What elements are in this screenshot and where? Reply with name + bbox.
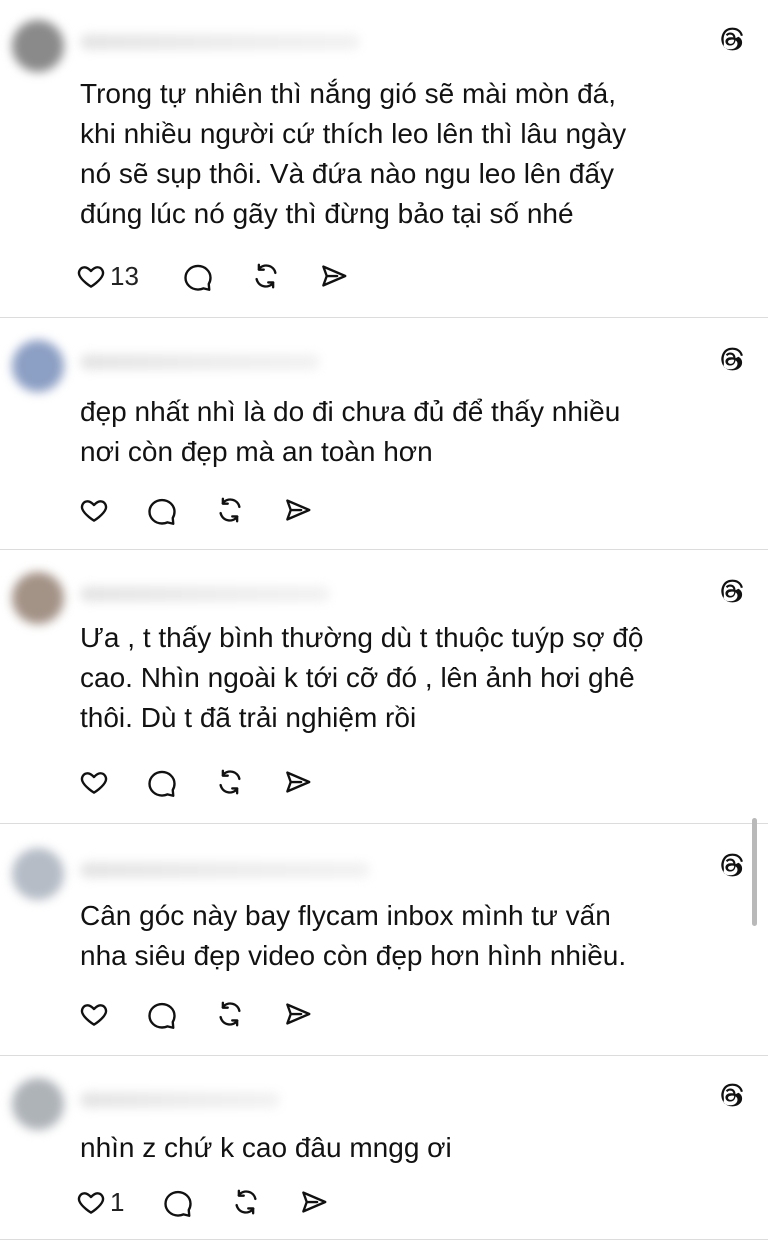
reply-button[interactable]: [142, 994, 182, 1034]
action-bar: 13: [76, 256, 354, 296]
send-icon: [322, 265, 347, 287]
username-blurred[interactable]: [80, 862, 370, 878]
like-button[interactable]: 13: [76, 256, 156, 296]
repost-icon: [235, 1189, 257, 1215]
username-blurred[interactable]: [80, 586, 330, 602]
like-button[interactable]: [76, 762, 116, 802]
avatar[interactable]: [12, 848, 64, 900]
comment-text: Cân góc này bay flycam inbox mình tư vấn…: [80, 900, 627, 971]
send-icon: [286, 771, 311, 793]
like-button[interactable]: 1: [76, 1182, 136, 1222]
share-button[interactable]: [294, 1182, 334, 1222]
comment-card: đẹp nhất nhì là do đi chưa đủ để thấy nh…: [0, 318, 768, 550]
repost-icon: [219, 769, 241, 795]
comment-text: Trong tự nhiên thì nắng gió sẽ mài mòn đ…: [80, 78, 627, 229]
comment-bubble-icon: [148, 498, 176, 525]
repost-button[interactable]: [210, 490, 250, 530]
avatar[interactable]: [12, 340, 64, 392]
share-button[interactable]: [278, 994, 318, 1034]
comment-text: Ưa , t thấy bình thường dù t thuộc tuýp …: [80, 622, 644, 733]
comment-bubble-icon: [184, 264, 212, 291]
repost-button[interactable]: [210, 994, 250, 1034]
send-icon: [286, 499, 311, 521]
comment-bubble-icon: [164, 1190, 192, 1217]
repost-icon: [219, 497, 241, 523]
heart-icon: [80, 1004, 108, 1026]
avatar[interactable]: [12, 572, 64, 624]
heart-icon: [80, 772, 108, 794]
like-button[interactable]: [76, 490, 116, 530]
repost-button[interactable]: [210, 762, 250, 802]
scrollbar[interactable]: [752, 818, 757, 926]
repost-icon: [255, 263, 277, 289]
comment-bubble-icon: [148, 1002, 176, 1029]
heart-icon: [80, 500, 108, 522]
username-blurred[interactable]: [80, 1092, 280, 1108]
comment-card: nhìn z chứ k cao đâu mngg ơi 1: [0, 1056, 768, 1240]
action-bar: [76, 762, 318, 802]
share-button[interactable]: [278, 762, 318, 802]
repost-icon: [219, 1001, 241, 1027]
heart-icon: [77, 266, 105, 288]
action-bar: 1: [76, 1182, 334, 1222]
username-blurred[interactable]: [80, 34, 360, 50]
like-count: 13: [110, 260, 139, 291]
threads-logo-icon[interactable]: [718, 1082, 744, 1108]
send-icon: [286, 1003, 311, 1025]
threads-logo-icon[interactable]: [718, 346, 744, 372]
reply-button[interactable]: [178, 256, 218, 296]
reply-button[interactable]: [142, 762, 182, 802]
action-bar: [76, 490, 318, 530]
comment-bubble-icon: [148, 770, 176, 797]
avatar[interactable]: [12, 1078, 64, 1130]
heart-icon: [77, 1192, 105, 1214]
share-button[interactable]: [278, 490, 318, 530]
send-icon: [302, 1191, 327, 1213]
reply-button[interactable]: [142, 490, 182, 530]
comment-feed: Trong tự nhiên thì nắng gió sẽ mài mòn đ…: [0, 0, 768, 1248]
comment-text: đẹp nhất nhì là do đi chưa đủ để thấy nh…: [80, 396, 621, 467]
like-button[interactable]: [76, 994, 116, 1034]
repost-button[interactable]: [226, 1182, 266, 1222]
threads-logo-icon[interactable]: [718, 26, 744, 52]
repost-button[interactable]: [246, 256, 286, 296]
comment-text: nhìn z chứ k cao đâu mngg ơi: [80, 1132, 452, 1163]
threads-logo-icon[interactable]: [718, 578, 744, 604]
action-bar: [76, 994, 318, 1034]
username-blurred[interactable]: [80, 354, 320, 370]
comment-card: Ưa , t thấy bình thường dù t thuộc tuýp …: [0, 550, 768, 824]
share-button[interactable]: [314, 256, 354, 296]
like-count: 1: [110, 1186, 125, 1217]
comment-card: Cân góc này bay flycam inbox mình tư vấn…: [0, 824, 768, 1056]
reply-button[interactable]: [158, 1182, 198, 1222]
comment-card: Trong tự nhiên thì nắng gió sẽ mài mòn đ…: [0, 0, 768, 318]
avatar[interactable]: [12, 20, 64, 72]
threads-logo-icon[interactable]: [718, 852, 744, 878]
